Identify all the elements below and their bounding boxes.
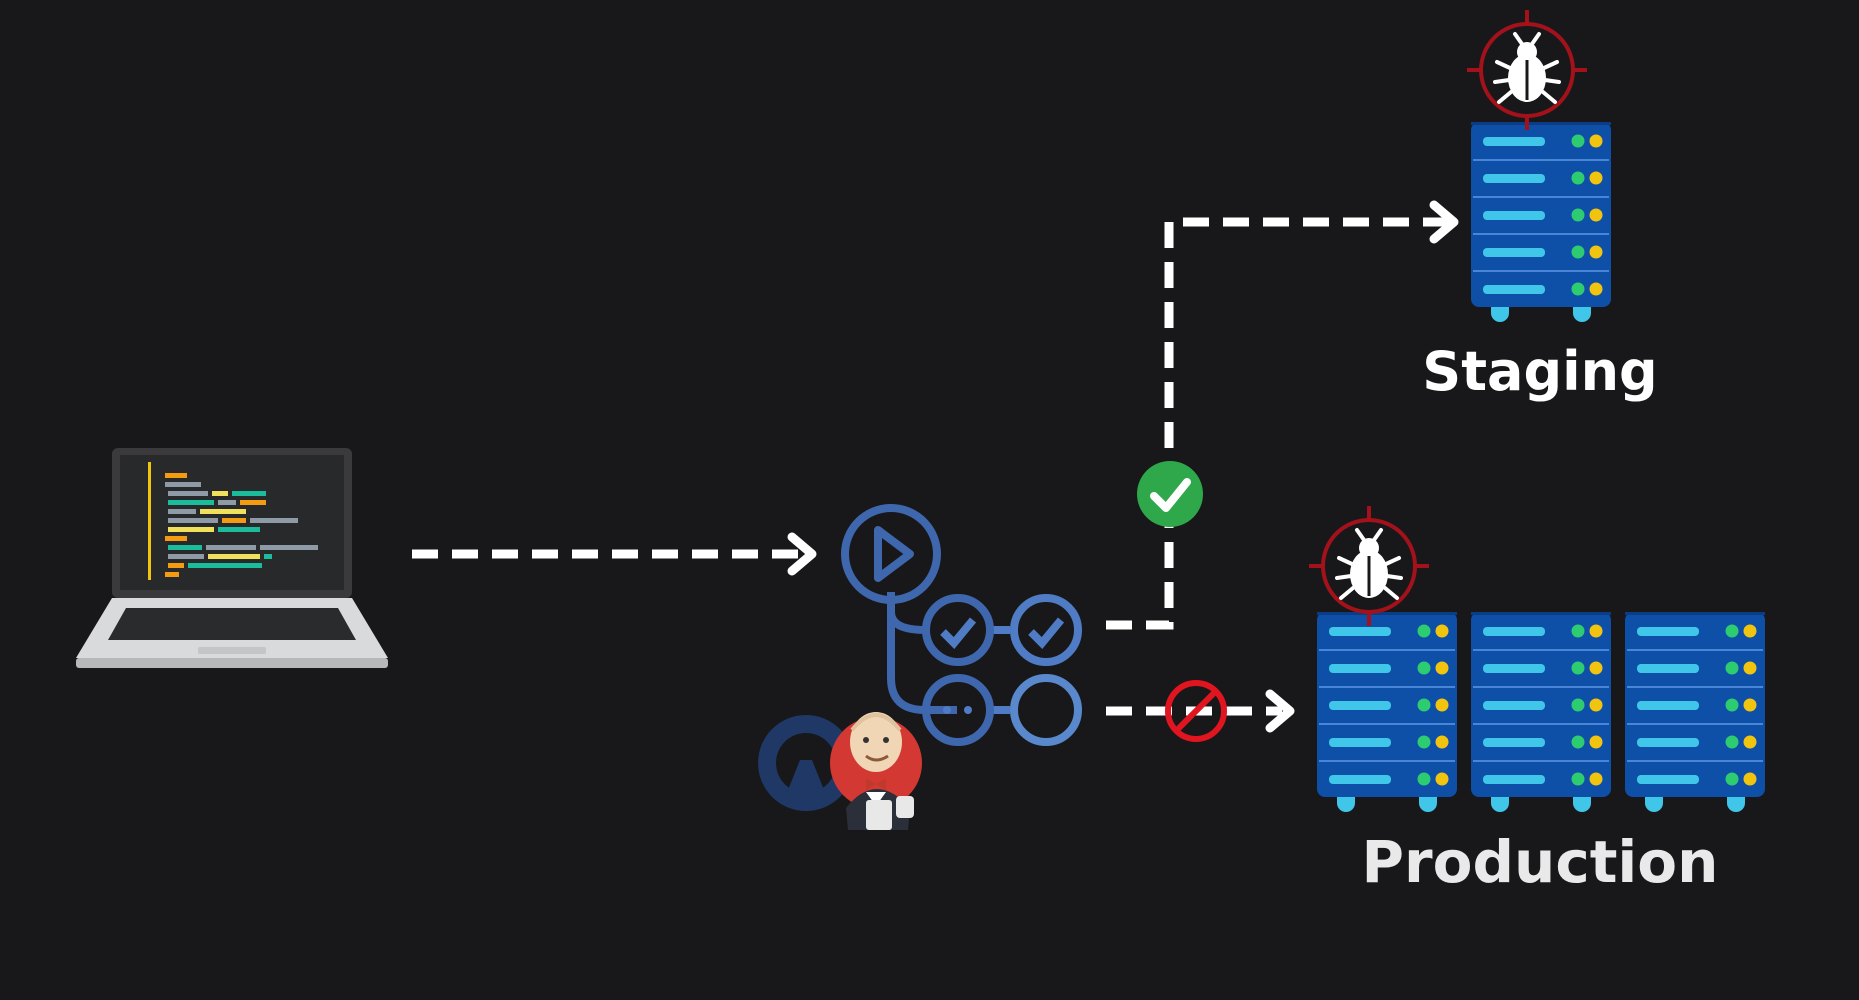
arrow-laptop-to-pipeline xyxy=(412,532,817,576)
github-actions-pipeline-icon xyxy=(841,504,1082,746)
server-rack-icon xyxy=(1317,612,1457,812)
server-rack-icon xyxy=(1625,612,1765,812)
arrow-pipeline-to-staging xyxy=(1106,200,1459,630)
jenkins-butler-icon xyxy=(830,712,922,830)
production-label: Production xyxy=(1361,828,1719,896)
staging-label: Staging xyxy=(1422,340,1658,403)
production-servers xyxy=(1307,504,1765,812)
bug-icon xyxy=(1307,504,1431,628)
laptop-code-icon xyxy=(76,448,388,668)
server-rack-icon xyxy=(1471,122,1611,322)
server-rack-icon xyxy=(1471,612,1611,812)
bug-icon xyxy=(1465,8,1589,132)
staging-server xyxy=(1465,8,1611,322)
prohibited-icon xyxy=(1165,680,1227,742)
check-circle-icon xyxy=(1137,461,1203,527)
